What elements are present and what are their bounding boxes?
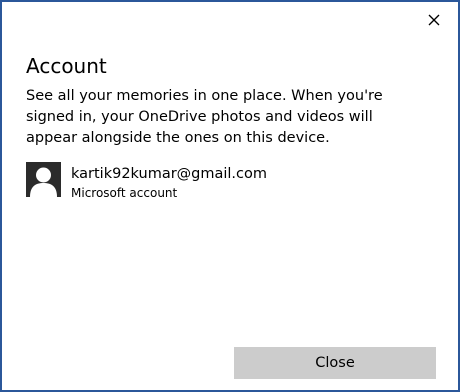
account-dialog: Account See all your memories in one pla…	[0, 0, 460, 392]
close-button[interactable]: Close	[234, 347, 436, 379]
account-entry[interactable]: kartik92kumar@gmail.com Microsoft accoun…	[26, 162, 267, 201]
account-text: kartik92kumar@gmail.com Microsoft accoun…	[71, 162, 267, 201]
close-icon[interactable]	[424, 10, 444, 30]
dialog-description: See all your memories in one place. When…	[26, 88, 383, 146]
account-type: Microsoft account	[71, 186, 178, 200]
person-avatar-icon	[26, 162, 61, 197]
account-email: kartik92kumar@gmail.com	[71, 166, 268, 182]
dialog-title: Account	[26, 54, 107, 78]
